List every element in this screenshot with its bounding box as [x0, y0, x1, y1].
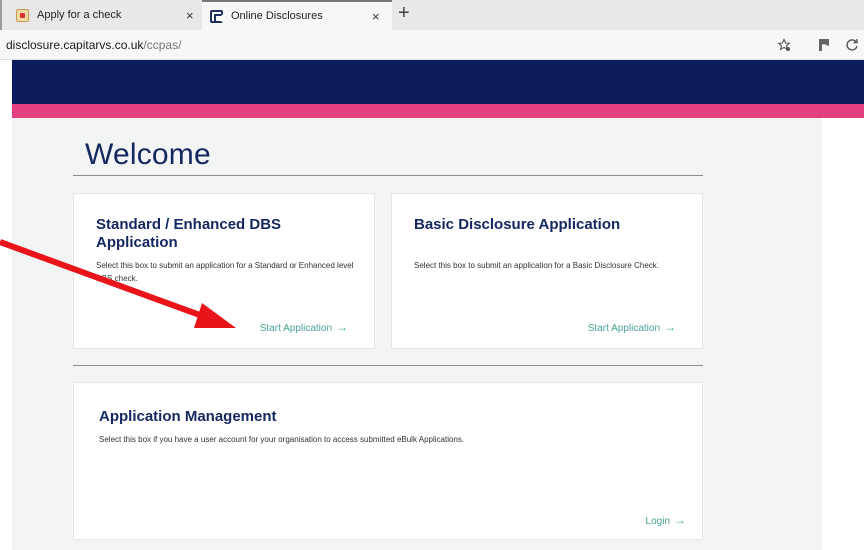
- url-text[interactable]: disclosure.capitarvs.co.uk/ccpas/: [6, 38, 181, 52]
- house-favicon-icon: [16, 8, 29, 22]
- page-title: Welcome: [85, 138, 211, 171]
- close-icon[interactable]: ×: [372, 9, 380, 24]
- site-header: [12, 60, 864, 104]
- capita-favicon-icon: [210, 9, 223, 23]
- card-title: Standard / Enhanced DBS Application: [96, 216, 282, 251]
- card-description: Select this box if you have a user accou…: [99, 435, 465, 444]
- url-path: /ccpas/: [143, 38, 182, 52]
- close-icon[interactable]: ×: [186, 8, 194, 23]
- card-title: Basic Disclosure Application: [414, 216, 621, 233]
- tab-online-disclosures[interactable]: Online Disclosures ×: [202, 0, 392, 30]
- divider: [73, 365, 703, 366]
- application-management-card[interactable]: Application Management Select this box i…: [73, 382, 703, 540]
- standard-enhanced-dbs-card[interactable]: Standard / Enhanced DBS Application Sele…: [73, 193, 375, 349]
- tab-title: Online Disclosures: [231, 10, 323, 22]
- link-label: Start Application: [587, 323, 660, 334]
- address-bar[interactable]: disclosure.capitarvs.co.uk/ccpas/: [0, 30, 864, 60]
- refresh-ext-icon[interactable]: [845, 38, 859, 55]
- tab-apply-for-a-check[interactable]: Apply for a check ×: [0, 0, 200, 30]
- login-link[interactable]: Login →: [646, 513, 686, 527]
- basic-disclosure-card[interactable]: Basic Disclosure Application Select this…: [391, 193, 703, 349]
- tab-title: Apply for a check: [37, 9, 122, 21]
- start-application-link[interactable]: Start Application →: [588, 320, 676, 334]
- card-title: Application Management: [99, 408, 277, 425]
- url-host: disclosure.capitarvs.co.uk: [6, 38, 144, 52]
- header-accent-stripe: [12, 104, 864, 118]
- divider: [73, 175, 703, 176]
- start-application-link[interactable]: Start Application →: [260, 320, 348, 334]
- arrow-right-icon: →: [674, 513, 686, 527]
- arrow-right-icon: →: [664, 320, 676, 334]
- card-description: Select this box to submit an application…: [414, 261, 660, 270]
- arrow-right-icon: →: [336, 320, 348, 334]
- collections-icon[interactable]: [818, 38, 830, 55]
- favorite-star-icon[interactable]: [777, 38, 791, 55]
- browser-tab-bar: Apply for a check × Online Disclosures ×…: [0, 0, 864, 30]
- link-label: Login: [645, 516, 670, 527]
- card-description: Select this box to submit an application…: [96, 261, 354, 283]
- new-tab-button[interactable]: +: [398, 3, 410, 23]
- link-label: Start Application: [259, 323, 332, 334]
